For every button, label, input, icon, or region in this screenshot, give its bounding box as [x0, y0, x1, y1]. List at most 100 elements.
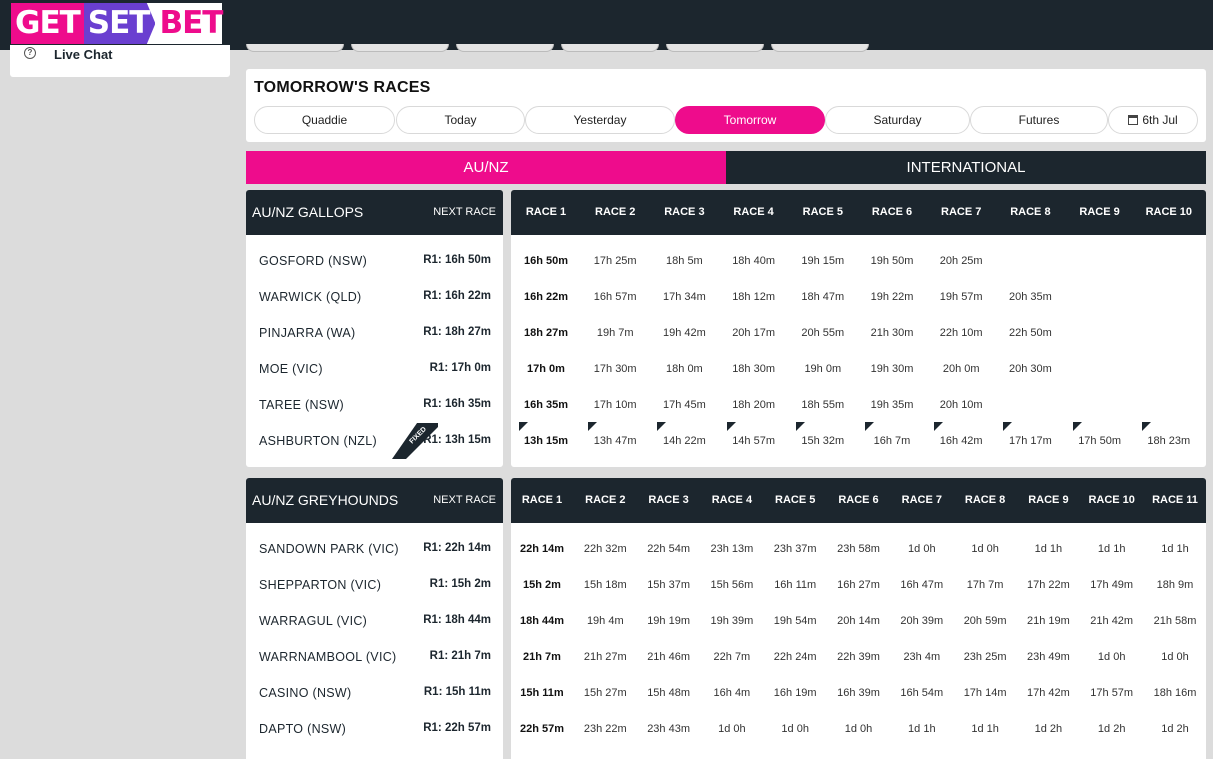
- race-time-cell[interactable]: 19h 54m: [765, 603, 825, 639]
- venue-name[interactable]: GOSFORD (NSW): [259, 254, 367, 268]
- venue-next-race[interactable]: R1: 15h 11m: [424, 686, 491, 698]
- race-header[interactable]: RACE 1: [512, 478, 572, 523]
- tab-futures[interactable]: Futures: [970, 106, 1108, 134]
- race-time-cell[interactable]: 15h 48m: [639, 675, 699, 711]
- race-time-cell[interactable]: 18h 16m: [1145, 675, 1205, 711]
- race-time-cell[interactable]: 17h 25m: [585, 243, 645, 279]
- race-header[interactable]: RACE 9: [1018, 478, 1078, 523]
- race-header[interactable]: RACE 3: [639, 478, 699, 523]
- race-time-cell[interactable]: 16h 35m: [516, 387, 576, 423]
- race-header[interactable]: RACE 8: [955, 478, 1015, 523]
- race-time-cell[interactable]: 22h 10m: [931, 315, 991, 351]
- race-time-cell[interactable]: 19h 15m: [793, 243, 853, 279]
- race-header[interactable]: RACE 7: [892, 478, 952, 523]
- race-time-cell[interactable]: 23h 37m: [765, 531, 825, 567]
- race-time-cell[interactable]: 17h 0m: [516, 351, 576, 387]
- race-time-cell[interactable]: 22h 14m: [512, 531, 572, 567]
- venue-name[interactable]: WARRNAMBOOL (VIC): [259, 650, 397, 664]
- venue-name[interactable]: WARRAGUL (VIC): [259, 614, 367, 628]
- venue-row[interactable]: MOE (VIC) R1: 17h 0m: [246, 351, 503, 387]
- race-time-cell[interactable]: 1d 0h: [702, 711, 762, 747]
- venue-next-race[interactable]: R1: 16h 50m: [423, 254, 491, 266]
- race-time-cell[interactable]: 19h 7m: [585, 315, 645, 351]
- race-time-cell[interactable]: 17h 57m: [1082, 675, 1142, 711]
- race-time-cell[interactable]: 1d 0h: [892, 531, 952, 567]
- race-time-cell[interactable]: 20h 35m: [1000, 279, 1060, 315]
- venue-name[interactable]: TAREE (NSW): [259, 398, 344, 412]
- venue-row[interactable]: WARWICK (QLD) R1: 16h 22m: [246, 279, 503, 315]
- venue-name[interactable]: SANDOWN PARK (VIC): [259, 542, 399, 556]
- tab-international[interactable]: INTERNATIONAL: [726, 151, 1206, 184]
- race-header[interactable]: RACE 1: [516, 190, 576, 235]
- venue-name[interactable]: DAPTO (NSW): [259, 722, 346, 736]
- venue-next-race[interactable]: R1: 17h 0m: [430, 362, 491, 374]
- race-time-cell[interactable]: 1d 1h: [1145, 531, 1205, 567]
- race-time-cell[interactable]: 15h 27m: [575, 675, 635, 711]
- venue-row[interactable]: WARRAGUL (VIC) R1: 18h 44m: [246, 603, 503, 639]
- venue-name[interactable]: SHEPPARTON (VIC): [259, 578, 381, 592]
- race-time-cell[interactable]: 15h 18m: [575, 567, 635, 603]
- race-time-cell[interactable]: 1d 1h: [1018, 531, 1078, 567]
- race-time-cell[interactable]: 20h 39m: [892, 603, 952, 639]
- venue-row[interactable]: SANDOWN PARK (VIC) R1: 22h 14m: [246, 531, 503, 567]
- race-time-cell[interactable]: 1d 2h: [1082, 711, 1142, 747]
- race-header[interactable]: RACE 6: [862, 190, 922, 235]
- venue-next-race[interactable]: R1: 21h 7m: [430, 650, 491, 662]
- race-header[interactable]: RACE 9: [1070, 190, 1130, 235]
- race-time-cell[interactable]: 19h 50m: [862, 243, 922, 279]
- race-time-cell[interactable]: 19h 0m: [793, 351, 853, 387]
- tab-tomorrow[interactable]: Tomorrow: [675, 106, 825, 134]
- race-time-cell[interactable]: 16h 39m: [829, 675, 889, 711]
- venue-next-race[interactable]: R1: 22h 57m: [423, 722, 491, 734]
- race-time-cell[interactable]: 1d 1h: [955, 711, 1015, 747]
- site-logo[interactable]: GET SET BET: [11, 3, 223, 44]
- venue-row[interactable]: PINJARRA (WA) R1: 18h 27m: [246, 315, 503, 351]
- race-header[interactable]: RACE 11: [1145, 478, 1205, 523]
- race-time-cell[interactable]: 18h 30m: [724, 351, 784, 387]
- sidebar-live-chat[interactable]: ? Live Chat: [10, 45, 230, 77]
- race-time-cell[interactable]: 19h 42m: [654, 315, 714, 351]
- venue-name[interactable]: ASHBURTON (NZL): [259, 434, 377, 448]
- race-time-cell[interactable]: 22h 39m: [829, 639, 889, 675]
- race-time-cell[interactable]: 15h 11m: [512, 675, 572, 711]
- race-time-cell[interactable]: 22h 32m: [575, 531, 635, 567]
- venue-name[interactable]: WARWICK (QLD): [259, 290, 362, 304]
- race-time-cell[interactable]: 18h 44m: [512, 603, 572, 639]
- race-time-cell[interactable]: 16h 11m: [765, 567, 825, 603]
- race-time-cell[interactable]: 19h 39m: [702, 603, 762, 639]
- race-time-cell[interactable]: 19h 4m: [575, 603, 635, 639]
- race-header[interactable]: RACE 2: [575, 478, 635, 523]
- race-time-cell[interactable]: 17h 30m: [585, 351, 645, 387]
- race-time-cell[interactable]: 16h 47m: [892, 567, 952, 603]
- tab-quaddie[interactable]: Quaddie: [254, 106, 395, 134]
- tab-saturday[interactable]: Saturday: [825, 106, 970, 134]
- race-time-cell[interactable]: 21h 30m: [862, 315, 922, 351]
- race-header[interactable]: RACE 10: [1139, 190, 1199, 235]
- venue-row[interactable]: WARRNAMBOOL (VIC) R1: 21h 7m: [246, 639, 503, 675]
- venue-row[interactable]: ASHBURTON (NZL) R1: 13h 15m FIXED: [246, 413, 503, 459]
- race-time-cell[interactable]: 1d 2h: [1018, 711, 1078, 747]
- venue-next-race[interactable]: R1: 16h 35m: [423, 398, 491, 410]
- race-time-cell[interactable]: 21h 7m: [512, 639, 572, 675]
- race-time-cell[interactable]: 17h 22m: [1018, 567, 1078, 603]
- tab-today[interactable]: Today: [396, 106, 525, 134]
- race-time-cell[interactable]: 22h 57m: [512, 711, 572, 747]
- race-time-cell[interactable]: 17h 42m: [1018, 675, 1078, 711]
- race-time-cell[interactable]: 18h 55m: [793, 387, 853, 423]
- race-header[interactable]: RACE 4: [724, 190, 784, 235]
- race-time-cell[interactable]: 18h 5m: [654, 243, 714, 279]
- race-time-cell[interactable]: 21h 27m: [575, 639, 635, 675]
- race-time-cell[interactable]: 18h 9m: [1145, 567, 1205, 603]
- race-time-cell[interactable]: 19h 35m: [862, 387, 922, 423]
- race-time-cell[interactable]: 17h 14m: [955, 675, 1015, 711]
- race-time-cell[interactable]: 23h 25m: [955, 639, 1015, 675]
- race-time-cell[interactable]: 18h 0m: [654, 351, 714, 387]
- race-time-cell[interactable]: 21h 46m: [639, 639, 699, 675]
- race-time-cell[interactable]: 16h 54m: [892, 675, 952, 711]
- race-header[interactable]: RACE 4: [702, 478, 762, 523]
- race-time-cell[interactable]: 21h 58m: [1145, 603, 1205, 639]
- race-time-cell[interactable]: 23h 49m: [1018, 639, 1078, 675]
- race-time-cell[interactable]: 18h 47m: [793, 279, 853, 315]
- race-header[interactable]: RACE 5: [765, 478, 825, 523]
- venue-row[interactable]: CASINO (NSW) R1: 15h 11m: [246, 675, 503, 711]
